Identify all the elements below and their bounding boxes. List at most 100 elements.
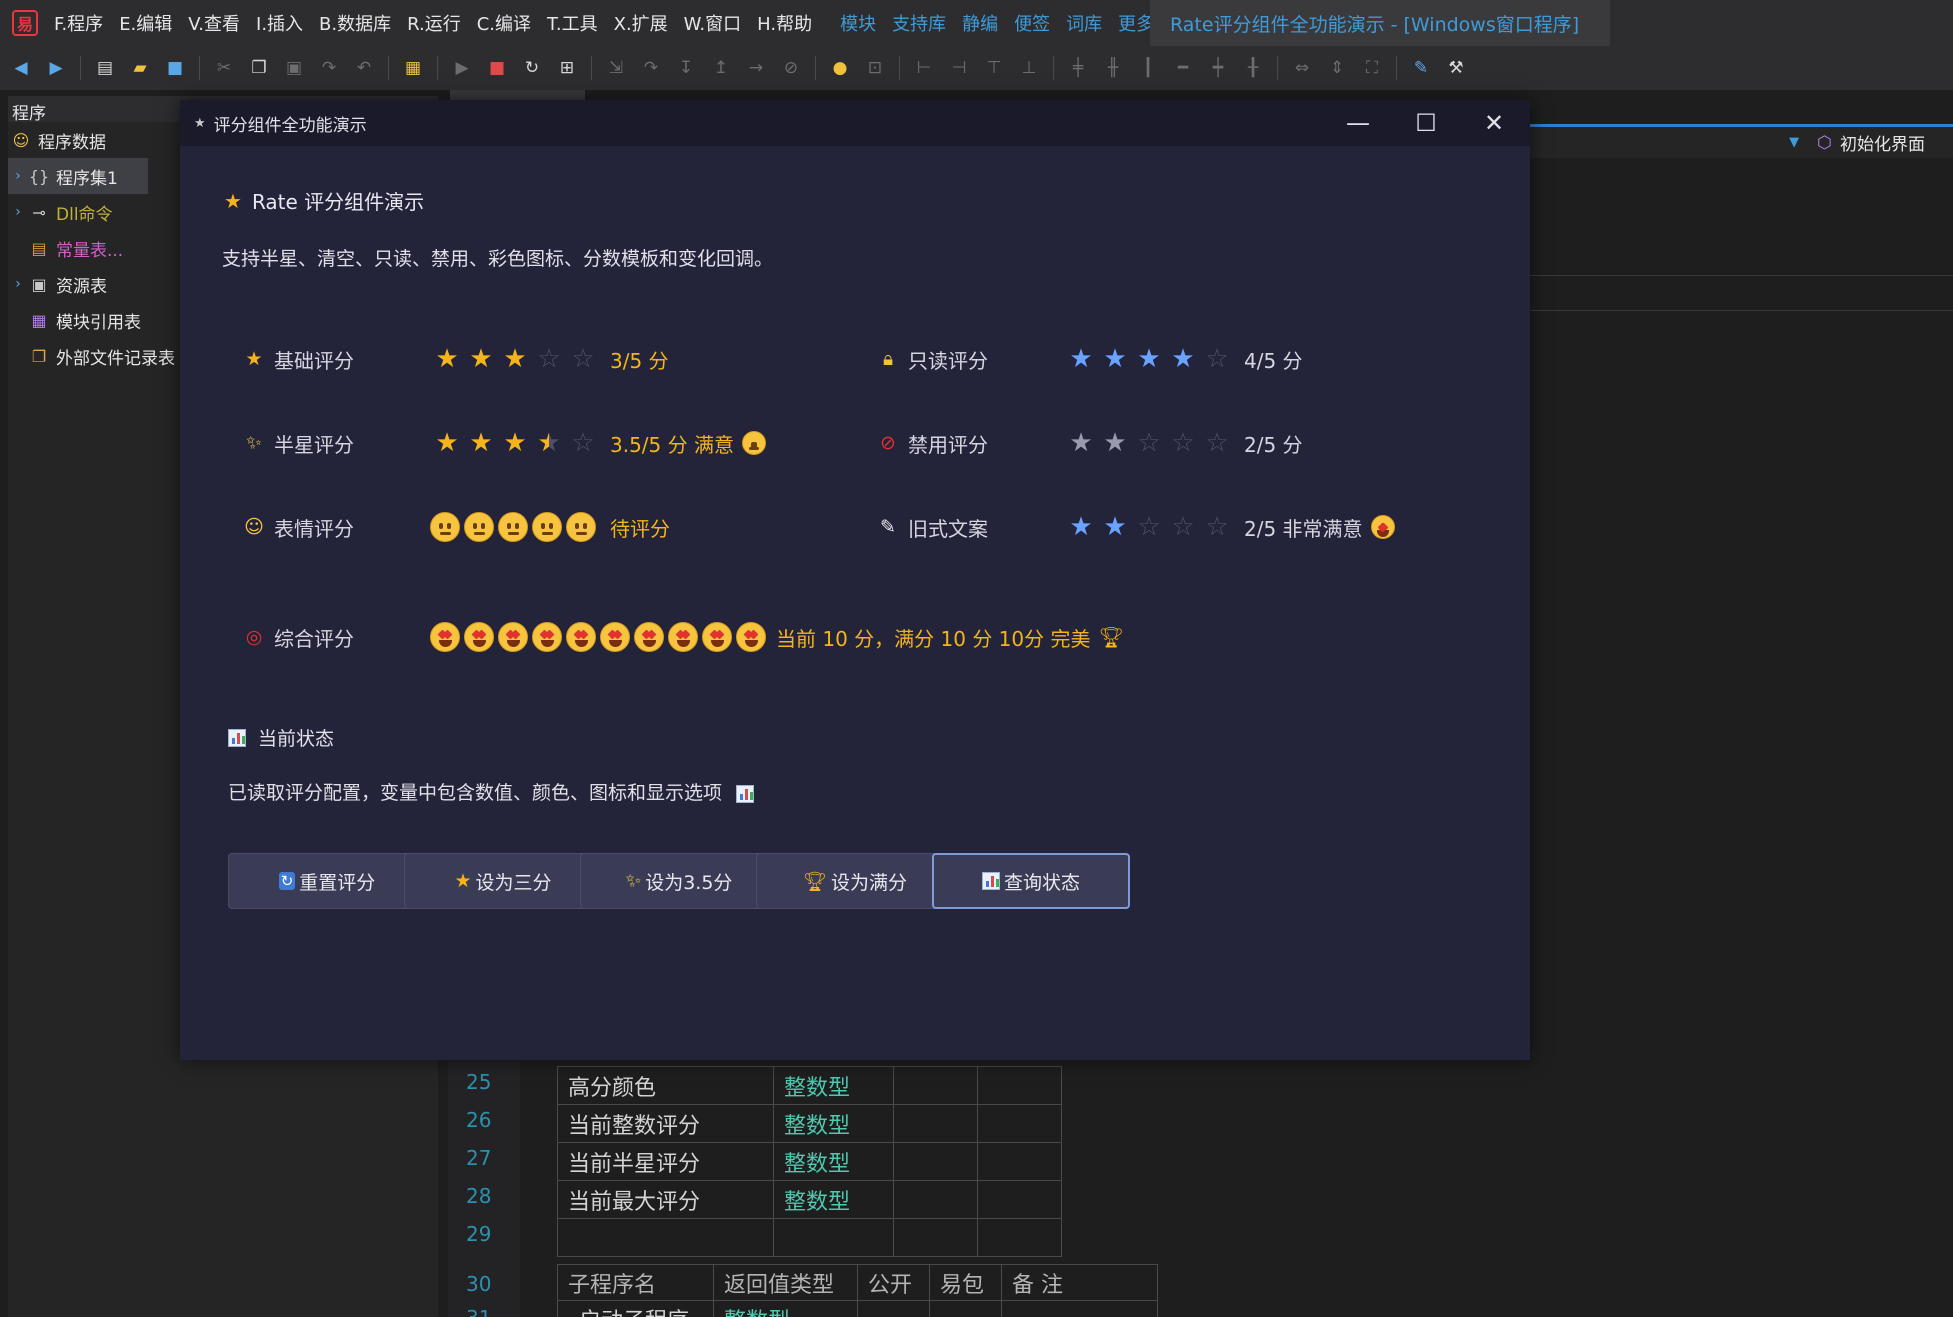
menu-edit[interactable]: E.编辑 (119, 10, 172, 36)
table-cell[interactable] (557, 1218, 774, 1257)
rate-stars-legacy[interactable]: ★ ★ ☆ ☆ ☆ (1064, 512, 1234, 542)
menu-extend[interactable]: X.扩展 (614, 10, 668, 36)
align-bottom-icon[interactable]: ⊥ (1018, 57, 1040, 79)
table-cell[interactable] (893, 1104, 978, 1143)
table-row[interactable]: 当前半星评分 整数型 (557, 1142, 1062, 1181)
table-cell[interactable] (929, 1300, 1002, 1317)
window-title-tab[interactable]: Rate评分组件全功能演示 - [Windows窗口程序] (1150, 0, 1610, 46)
table-row[interactable]: 高分颜色 整数型 (557, 1066, 1062, 1105)
step-in-icon[interactable]: ⇲ (605, 57, 627, 79)
menu-help[interactable]: H.帮助 (757, 10, 812, 36)
restart-icon[interactable]: ↻ (521, 57, 543, 79)
neutral-face-icon[interactable] (430, 512, 460, 542)
variable-type[interactable]: 整数型 (773, 1180, 894, 1219)
table-cell[interactable] (977, 1066, 1062, 1105)
rate-star[interactable]: ☆ (1132, 512, 1166, 542)
variable-type[interactable]: 整数型 (773, 1066, 894, 1105)
chevron-right-icon[interactable]: › (8, 276, 28, 292)
table-cell[interactable] (893, 1180, 978, 1219)
continue-icon[interactable]: → (745, 57, 767, 79)
dialog-titlebar[interactable]: ★ 评分组件全功能演示 — ☐ ✕ (180, 100, 1530, 146)
variable-type[interactable]: 整数型 (773, 1104, 894, 1143)
cut-icon[interactable]: ✂ (213, 57, 235, 79)
table-cell[interactable] (893, 1066, 978, 1105)
rate-faces-overall[interactable] (430, 622, 770, 652)
star-struck-face-icon[interactable] (634, 622, 664, 652)
maximize-button[interactable]: ☐ (1406, 108, 1446, 138)
star-struck-face-icon[interactable] (464, 622, 494, 652)
table-row[interactable]: 当前整数评分 整数型 (557, 1104, 1062, 1143)
menu-compile[interactable]: C.编译 (477, 10, 531, 36)
align-left-icon[interactable]: ⊢ (913, 57, 935, 79)
query-status-button[interactable]: 查询状态 (932, 853, 1130, 909)
set-three-button[interactable]: ★ 设为三分 (404, 853, 602, 909)
same-width-icon[interactable]: ┃ (1137, 57, 1159, 79)
step-out-icon[interactable]: ↧ (675, 57, 697, 79)
variable-name[interactable]: 当前整数评分 (557, 1104, 774, 1143)
menu-run[interactable]: R.运行 (407, 10, 461, 36)
hint-bulb-icon[interactable]: ● (829, 57, 851, 79)
rate-star[interactable]: ☆ (566, 344, 600, 374)
variable-name[interactable]: 当前最大评分 (557, 1180, 774, 1219)
tools-icon[interactable]: ⚒ (1445, 57, 1467, 79)
table-cell[interactable] (1001, 1300, 1158, 1317)
star-struck-face-icon[interactable] (532, 622, 562, 652)
rate-star[interactable]: ★ (430, 428, 464, 458)
star-struck-face-icon[interactable] (498, 622, 528, 652)
rate-star[interactable]: ☆ (1166, 512, 1200, 542)
variable-name[interactable]: 当前半星评分 (557, 1142, 774, 1181)
neutral-face-icon[interactable] (566, 512, 596, 542)
size-height-icon[interactable]: ⇕ (1326, 57, 1348, 79)
set-three-point-five-button[interactable]: ✨︎ 设为3.5分 (580, 853, 778, 909)
link-notes[interactable]: 便签 (1014, 10, 1050, 36)
rate-star[interactable]: ★ (464, 344, 498, 374)
open-folder-icon[interactable]: ▰ (129, 57, 151, 79)
star-struck-face-icon[interactable] (702, 622, 732, 652)
table-row[interactable]: _启动子程序 整数型 (557, 1300, 1158, 1317)
copy-icon[interactable]: ❐ (248, 57, 270, 79)
rate-star[interactable]: ★ (498, 344, 532, 374)
center-vertical-icon[interactable]: ╫ (1102, 57, 1124, 79)
star-struck-face-icon[interactable] (736, 622, 766, 652)
size-width-icon[interactable]: ⇔ (1291, 57, 1313, 79)
link-dictionary[interactable]: 词库 (1066, 10, 1102, 36)
star-struck-face-icon[interactable] (430, 622, 460, 652)
rate-star[interactable]: ☆ (566, 428, 600, 458)
subroutine-selector[interactable]: ▼ ⬡ 初始化界面 (1528, 124, 1953, 158)
subroutine-name[interactable]: _启动子程序 (557, 1300, 714, 1317)
table-cell[interactable] (977, 1142, 1062, 1181)
rate-star[interactable]: ★ (464, 428, 498, 458)
close-button[interactable]: ✕ (1474, 108, 1514, 138)
center-horizontal-icon[interactable]: ╪ (1067, 57, 1089, 79)
star-struck-face-icon[interactable] (668, 622, 698, 652)
link-module[interactable]: 模块 (840, 10, 876, 36)
dropdown-arrow-icon[interactable]: ▼ (1789, 135, 1799, 150)
menu-file[interactable]: F.程序 (54, 10, 103, 36)
link-more[interactable]: 更多 (1118, 10, 1154, 36)
menu-tools[interactable]: T.工具 (547, 10, 598, 36)
star-struck-face-icon[interactable] (566, 622, 596, 652)
neutral-face-icon[interactable] (498, 512, 528, 542)
table-cell[interactable] (893, 1142, 978, 1181)
table-row[interactable]: 当前最大评分 整数型 (557, 1180, 1062, 1219)
run-icon[interactable]: ▶ (451, 57, 473, 79)
star-struck-face-icon[interactable] (600, 622, 630, 652)
space-horizontal-icon[interactable]: ┿ (1207, 57, 1229, 79)
forward-icon[interactable]: ▶ (45, 57, 67, 79)
size-both-icon[interactable]: ⛶ (1361, 57, 1383, 79)
save-icon[interactable]: ■ (164, 57, 186, 79)
menu-database[interactable]: B.数据库 (319, 10, 391, 36)
compile-icon[interactable]: ⊞ (556, 57, 578, 79)
same-height-icon[interactable]: ━ (1172, 57, 1194, 79)
neutral-face-icon[interactable] (464, 512, 494, 542)
tab-order-icon[interactable]: ⊡ (864, 57, 886, 79)
table-cell[interactable] (977, 1180, 1062, 1219)
rate-star[interactable]: ★ (498, 428, 532, 458)
chevron-right-icon[interactable]: › (8, 168, 28, 184)
table-cell[interactable] (773, 1218, 894, 1257)
rate-star[interactable]: ★ (1064, 512, 1098, 542)
paste-icon[interactable]: ▣ (283, 57, 305, 79)
variable-type[interactable]: 整数型 (773, 1142, 894, 1181)
find-icon[interactable]: ▦ (402, 57, 424, 79)
step-up-icon[interactable]: ↥ (710, 57, 732, 79)
